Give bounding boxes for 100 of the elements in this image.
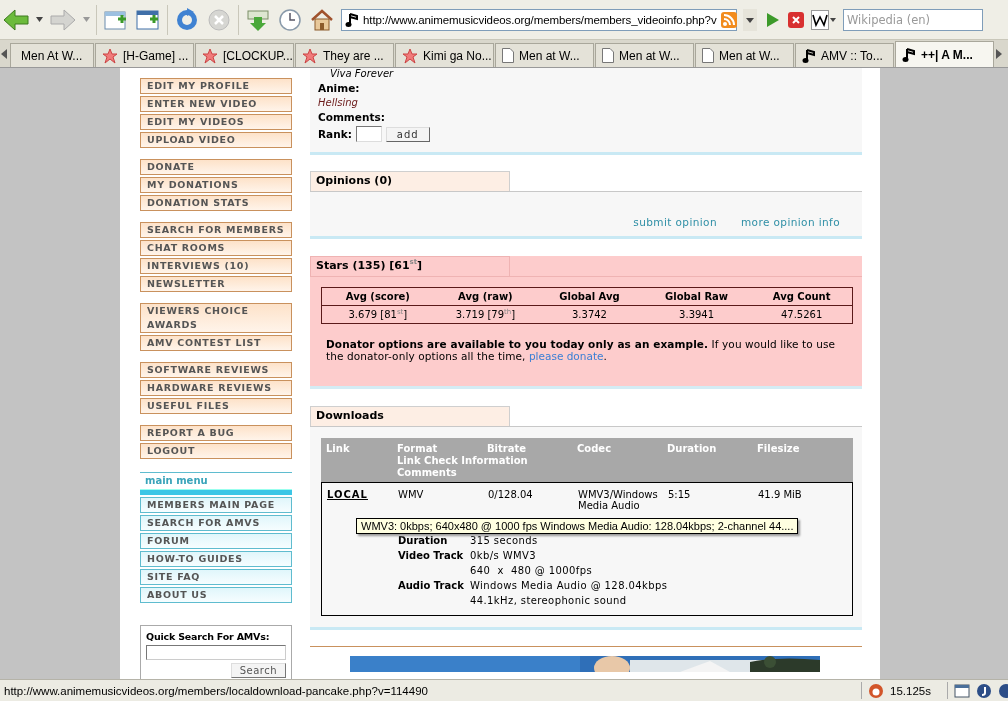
sidebar-link[interactable]: UPLOAD VIDEO (140, 132, 292, 148)
browser-tab[interactable]: Men At W... (10, 43, 94, 67)
column-header: Filesize (757, 443, 801, 454)
sidebar-link[interactable]: SOFTWARE REVIEWS (140, 362, 292, 378)
table-cell: 3.3941 (641, 305, 752, 324)
clock-icon[interactable] (277, 6, 303, 33)
menu-link[interactable]: SITE FAQ (140, 569, 292, 585)
column-header: Codec (577, 443, 613, 454)
sidebar-link[interactable]: NEWSLETTER (140, 276, 292, 292)
sidebar-link[interactable]: DONATION STATS (140, 195, 292, 211)
stop-icon[interactable] (787, 10, 805, 29)
column-header: Link Check Information (397, 455, 529, 466)
column-header: Global Raw (641, 287, 752, 306)
sidebar-link[interactable]: VIEWERS CHOICE AWARDS (140, 303, 292, 333)
sidebar-link[interactable]: EDIT MY PROFILE (140, 78, 292, 94)
browser-tab[interactable]: Men at W... (695, 43, 794, 67)
browser-tab[interactable]: ++| A M... (895, 41, 994, 67)
browser-tab[interactable]: Men at W... (495, 43, 594, 67)
sidebar-link[interactable]: SEARCH FOR MEMBERS (140, 222, 292, 238)
sidebar-link[interactable]: ENTER NEW VIDEO (140, 96, 292, 112)
sidebar-link[interactable]: USEFUL FILES (140, 398, 292, 414)
detail-label: Video Track (398, 550, 465, 561)
star-icon (402, 47, 418, 64)
detail-value: 640 x 480 @ 1000fps (470, 565, 594, 576)
section-header: Stars (135) [61$^{st}$] (310, 256, 510, 276)
detail-label: Duration (398, 535, 449, 546)
browser-tab[interactable]: [H-Game] ... (95, 43, 194, 67)
page-icon (702, 48, 714, 63)
table-cell-text: WMV3/Windows Media Audio (578, 489, 659, 511)
column-header: Format (397, 443, 439, 454)
search-button[interactable]: Search (230, 663, 286, 678)
field-label: Rank: (318, 128, 352, 140)
star-icon (202, 47, 218, 64)
menu-link[interactable]: MEMBERS MAIN PAGE (140, 497, 292, 513)
timer-text: 15.125s (890, 684, 931, 697)
column-header: Avg Count (751, 287, 853, 306)
window-icon[interactable] (954, 682, 970, 699)
detail-value: Windows Media Audio @ 128.04kbps (470, 580, 669, 591)
table-cell-text: 41.9 MiB (758, 489, 803, 502)
field-label: Comments: (318, 111, 386, 123)
opinion-link[interactable]: submit opinion (633, 216, 717, 228)
anime-title: Hellsing (318, 97, 359, 108)
music-note-icon (345, 11, 359, 28)
browser-tab[interactable]: Men at W... (595, 43, 694, 67)
menu-link[interactable]: FORUM (140, 533, 292, 549)
music-note-icon (902, 46, 916, 63)
dropdown-arrow-icon[interactable] (36, 17, 43, 22)
detail-label: Audio Track (398, 580, 465, 591)
browser-tab[interactable]: [CLOCKUP... (195, 43, 294, 67)
detail-value: 44.1kHz, stereophonic sound (470, 595, 628, 606)
column-header: Avg (score) (321, 287, 434, 306)
column-header: Comments (397, 467, 458, 478)
search-field[interactable]: Wikipedia (en) (843, 8, 983, 31)
search-engine-icon[interactable] (811, 9, 837, 30)
section-header: Opinions (0) (310, 171, 510, 191)
sidebar-link[interactable]: DONATE (140, 159, 292, 175)
sidebar-link[interactable]: LOGOUT (140, 443, 292, 459)
sidebar-link[interactable]: EDIT MY VIDEOS (140, 114, 292, 130)
column-header: Duration (667, 443, 718, 454)
reload-icon[interactable] (174, 6, 200, 33)
add-button[interactable]: add (385, 126, 430, 142)
table-cell: 3.3742 (537, 305, 642, 324)
donator-note: Donator options are available to you today only as an example. If you would like to use the donator-only options all the time, please donate. (326, 338, 837, 362)
browser-tab[interactable]: AMV :: To... (795, 43, 894, 67)
opinion-link[interactable]: more opinion info (740, 216, 840, 228)
table-cell-text: 5:15 (668, 489, 692, 502)
section-header: Downloads (310, 406, 510, 426)
sidebar-link[interactable]: HARDWARE REVIEWS (140, 380, 292, 396)
sidebar-link[interactable]: MY DONATIONS (140, 177, 292, 193)
circle-icon[interactable] (976, 682, 992, 699)
table-cell-text: 0/128.04 (488, 489, 534, 502)
address-field[interactable]: http://www.animemusicvideos.org/members/members_videoinfo.php?v (341, 8, 737, 31)
column-header: Avg (raw) (433, 287, 538, 306)
page-icon (502, 48, 514, 63)
quick-search-field[interactable] (146, 645, 286, 660)
rank-field[interactable] (355, 126, 382, 142)
menu-link[interactable]: HOW-TO GUIDES (140, 551, 292, 567)
sidebar-link[interactable]: CHAT ROOMS (140, 240, 292, 256)
star-icon (302, 47, 318, 64)
sidebar-link[interactable]: AMV CONTEST LIST (140, 335, 292, 351)
new-window-icon[interactable] (135, 7, 161, 32)
download-link[interactable]: LOCAL (327, 489, 368, 500)
menu-link[interactable]: SEARCH FOR AMVS (140, 515, 292, 531)
tooltip: WMV3: 0kbps; 640x480 @ 1000 fps Windows Media Audio: 128.04kbps; 2-channel 44.... (356, 518, 799, 534)
sidebar-link[interactable]: INTERVIEWS (10) (140, 258, 292, 274)
browser-tab[interactable]: Kimi ga No... (395, 43, 494, 67)
table-cell: 3.719 [79$^{th}$] (433, 305, 538, 324)
back-icon[interactable] (2, 6, 30, 33)
fox-icon[interactable] (868, 682, 885, 699)
browser-tab[interactable]: They are ... (295, 43, 394, 67)
sidebar-link[interactable]: REPORT A BUG (140, 425, 292, 441)
rss-icon[interactable] (720, 11, 737, 28)
quick-search-title: Quick Search For AMVs: (146, 631, 271, 642)
table-cell: 47.5261 (751, 305, 853, 324)
page-icon (602, 48, 614, 63)
menu-link[interactable]: ABOUT US (140, 587, 292, 603)
column-header: Link (326, 443, 351, 454)
detail-value: 0kb/s WMV3 (470, 550, 537, 561)
field-label: Anime: (318, 82, 361, 94)
status-text: http://www.animemusicvideos.org/members/localdownload-pancake.php?v=114490 (4, 684, 429, 697)
